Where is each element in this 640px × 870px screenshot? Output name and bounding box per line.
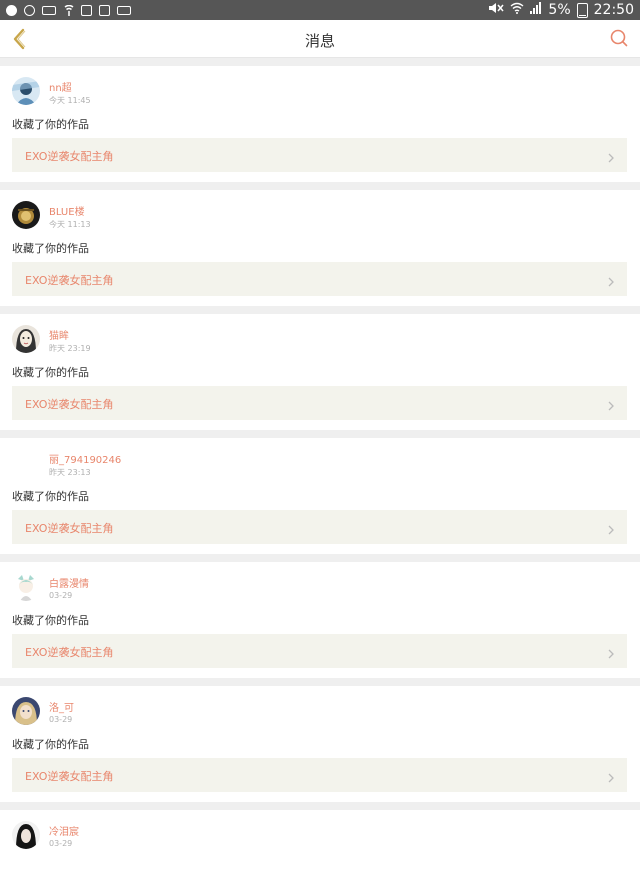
chevron-right-icon bbox=[607, 521, 615, 535]
work-link[interactable]: EXO逆袭女配主角 bbox=[12, 510, 627, 544]
message-item: 冷泪宸 03-29 bbox=[0, 810, 640, 870]
avatar[interactable] bbox=[12, 77, 40, 105]
timestamp: 今天 11:13 bbox=[49, 220, 91, 229]
file-icon bbox=[99, 4, 110, 16]
work-title: EXO逆袭女配主角 bbox=[25, 770, 114, 783]
work-title: EXO逆袭女配主角 bbox=[25, 398, 114, 411]
gallery-icon bbox=[81, 4, 92, 16]
chevron-right-icon bbox=[607, 273, 615, 287]
avatar[interactable] bbox=[12, 697, 40, 725]
status-bar: 5% 22:50 bbox=[0, 0, 640, 20]
clock: 22:50 bbox=[593, 2, 634, 18]
message-list: nn超 今天 11:45 收藏了你的作品 EXO逆袭女配主角 BLUE楼 今天 … bbox=[0, 66, 640, 870]
username[interactable]: 白露漫情 bbox=[49, 575, 89, 590]
username[interactable]: 洛_可 bbox=[49, 699, 74, 714]
status-bar-right: 5% 22:50 bbox=[488, 2, 634, 18]
avatar[interactable] bbox=[12, 573, 40, 601]
nfc-icon bbox=[63, 4, 74, 16]
status-bar-left bbox=[6, 4, 131, 16]
work-link[interactable]: EXO逆袭女配主角 bbox=[12, 138, 627, 172]
action-text: 收藏了你的作品 bbox=[12, 366, 89, 379]
work-link[interactable]: EXO逆袭女配主角 bbox=[12, 758, 627, 792]
work-title: EXO逆袭女配主角 bbox=[25, 522, 114, 535]
action-text: 收藏了你的作品 bbox=[12, 738, 89, 751]
avatar[interactable] bbox=[12, 821, 40, 849]
app-header: 消息 bbox=[0, 20, 640, 58]
timestamp: 今天 11:45 bbox=[49, 96, 91, 105]
message-item: 猫眸 昨天 23:19 收藏了你的作品 EXO逆袭女配主角 bbox=[0, 314, 640, 430]
timestamp: 03-29 bbox=[49, 839, 73, 848]
message-item: nn超 今天 11:45 收藏了你的作品 EXO逆袭女配主角 bbox=[0, 66, 640, 182]
app-icon bbox=[6, 4, 17, 16]
username[interactable]: 猫眸 bbox=[49, 327, 69, 342]
avatar[interactable] bbox=[12, 449, 40, 477]
action-text: 收藏了你的作品 bbox=[12, 118, 89, 131]
chevron-right-icon bbox=[607, 769, 615, 783]
username[interactable]: 丽_794190246 bbox=[49, 451, 121, 466]
work-title: EXO逆袭女配主角 bbox=[25, 646, 114, 659]
work-link[interactable]: EXO逆袭女配主角 bbox=[12, 386, 627, 420]
timestamp: 昨天 23:13 bbox=[49, 468, 91, 477]
cell-signal-icon bbox=[530, 2, 542, 18]
chevron-right-icon bbox=[607, 397, 615, 411]
username[interactable]: BLUE楼 bbox=[49, 203, 85, 218]
username[interactable]: 冷泪宸 bbox=[49, 823, 79, 838]
chevron-right-icon bbox=[607, 149, 615, 163]
action-text: 收藏了你的作品 bbox=[12, 242, 89, 255]
chevron-right-icon bbox=[607, 645, 615, 659]
message-item: BLUE楼 今天 11:13 收藏了你的作品 EXO逆袭女配主角 bbox=[0, 190, 640, 306]
work-link[interactable]: EXO逆袭女配主角 bbox=[12, 262, 627, 296]
work-link[interactable]: EXO逆袭女配主角 bbox=[12, 634, 627, 668]
message-item: 洛_可 03-29 收藏了你的作品 EXO逆袭女配主角 bbox=[0, 686, 640, 802]
wifi-icon bbox=[510, 2, 524, 18]
mute-icon bbox=[488, 2, 504, 18]
action-text: 收藏了你的作品 bbox=[12, 614, 89, 627]
work-title: EXO逆袭女配主角 bbox=[25, 274, 114, 287]
battery-icon bbox=[576, 2, 588, 18]
avatar[interactable] bbox=[12, 325, 40, 353]
timestamp: 03-29 bbox=[49, 591, 73, 600]
work-title: EXO逆袭女配主角 bbox=[25, 150, 114, 163]
message-item: 丽_794190246 昨天 23:13 收藏了你的作品 EXO逆袭女配主角 bbox=[0, 438, 640, 554]
avatar[interactable] bbox=[12, 201, 40, 229]
action-text: 收藏了你的作品 bbox=[12, 490, 89, 503]
search-icon[interactable] bbox=[610, 29, 628, 47]
sync-icon bbox=[24, 4, 35, 16]
username[interactable]: nn超 bbox=[49, 79, 72, 94]
timestamp: 昨天 23:19 bbox=[49, 344, 91, 353]
timestamp: 03-29 bbox=[49, 715, 73, 724]
page-title: 消息 bbox=[304, 32, 335, 50]
notification-icon bbox=[117, 5, 131, 15]
message-item: 白露漫情 03-29 收藏了你的作品 EXO逆袭女配主角 bbox=[0, 562, 640, 678]
battery-percent: 5% bbox=[548, 2, 571, 18]
signal-box-icon bbox=[42, 5, 56, 15]
